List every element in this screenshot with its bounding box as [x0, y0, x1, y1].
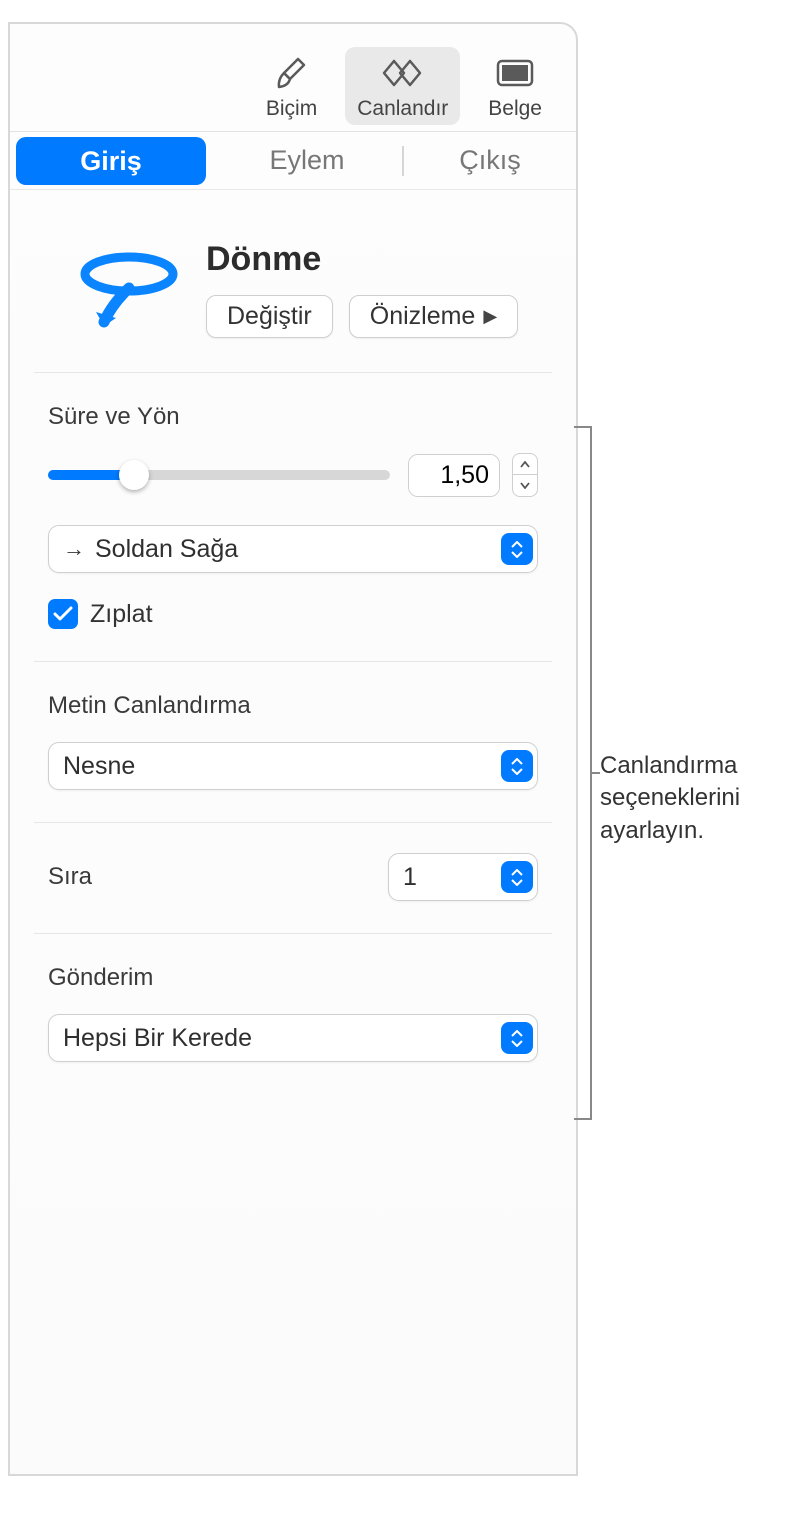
text-anim-select[interactable]: Nesne [48, 742, 538, 790]
toolbar-animate[interactable]: Canlandır [345, 47, 460, 125]
duration-input[interactable] [409, 455, 499, 496]
stepper-up[interactable] [512, 453, 538, 475]
updown-icon [501, 750, 533, 782]
toolbar: Biçim Canlandır Belge [10, 24, 576, 132]
inspector-panel: Biçim Canlandır Belge Giriş Eylem [8, 22, 578, 1476]
screen-icon [493, 53, 537, 93]
diamonds-icon [379, 53, 427, 93]
updown-icon [501, 533, 533, 565]
order-value: 1 [403, 863, 417, 892]
effect-header: Dönme Değiştir Önizleme ▶ [34, 190, 552, 373]
duration-field[interactable] [408, 454, 500, 497]
updown-icon [501, 861, 533, 893]
slider-thumb[interactable] [119, 460, 149, 490]
change-button-label: Değiştir [227, 302, 312, 331]
arrow-right-icon: → [63, 536, 85, 562]
tab-action[interactable]: Eylem [212, 137, 402, 184]
section-duration: Süre ve Yön [34, 373, 552, 662]
toolbar-document-label: Belge [488, 97, 542, 121]
bounce-checkbox[interactable] [48, 599, 78, 629]
text-anim-label: Metin Canlandırma [48, 692, 538, 720]
change-button[interactable]: Değiştir [206, 295, 333, 338]
section-delivery: Gönderim Hepsi Bir Kerede [34, 934, 552, 1094]
toolbar-format[interactable]: Biçim [254, 47, 329, 125]
direction-select[interactable]: → Soldan Sağa [48, 525, 538, 573]
callout-leader [592, 772, 600, 774]
toolbar-format-label: Biçim [266, 97, 317, 121]
order-label: Sıra [48, 863, 92, 891]
play-icon: ▶ [483, 306, 497, 327]
callout-text: Canlandırma seçeneklerini ayarlayın. [600, 750, 787, 847]
delivery-select[interactable]: Hepsi Bir Kerede [48, 1014, 538, 1062]
duration-stepper [512, 453, 538, 497]
duration-label: Süre ve Yön [48, 403, 538, 431]
preview-button[interactable]: Önizleme ▶ [349, 295, 518, 338]
brush-icon [272, 53, 312, 93]
updown-icon [501, 1022, 533, 1054]
delivery-label: Gönderim [48, 964, 538, 992]
direction-value: Soldan Sağa [95, 535, 238, 564]
tab-row: Giriş Eylem Çıkış [10, 132, 576, 190]
preview-button-label: Önizleme [370, 302, 476, 331]
order-select[interactable]: 1 [388, 853, 538, 901]
section-text-anim: Metin Canlandırma Nesne [34, 662, 552, 823]
spin-icon [74, 240, 184, 336]
tab-build-out[interactable]: Çıkış [404, 137, 576, 184]
effect-title: Dönme [206, 240, 528, 279]
check-icon [53, 606, 73, 622]
delivery-value: Hepsi Bir Kerede [63, 1024, 252, 1053]
callout-bracket [574, 426, 592, 1120]
text-anim-value: Nesne [63, 752, 135, 781]
stepper-down[interactable] [512, 475, 538, 497]
toolbar-document[interactable]: Belge [476, 47, 554, 125]
bounce-label: Zıplat [90, 600, 153, 629]
section-order: Sıra 1 [34, 823, 552, 934]
toolbar-animate-label: Canlandır [357, 97, 448, 121]
tab-build-in[interactable]: Giriş [16, 137, 206, 185]
duration-slider[interactable] [48, 470, 390, 480]
